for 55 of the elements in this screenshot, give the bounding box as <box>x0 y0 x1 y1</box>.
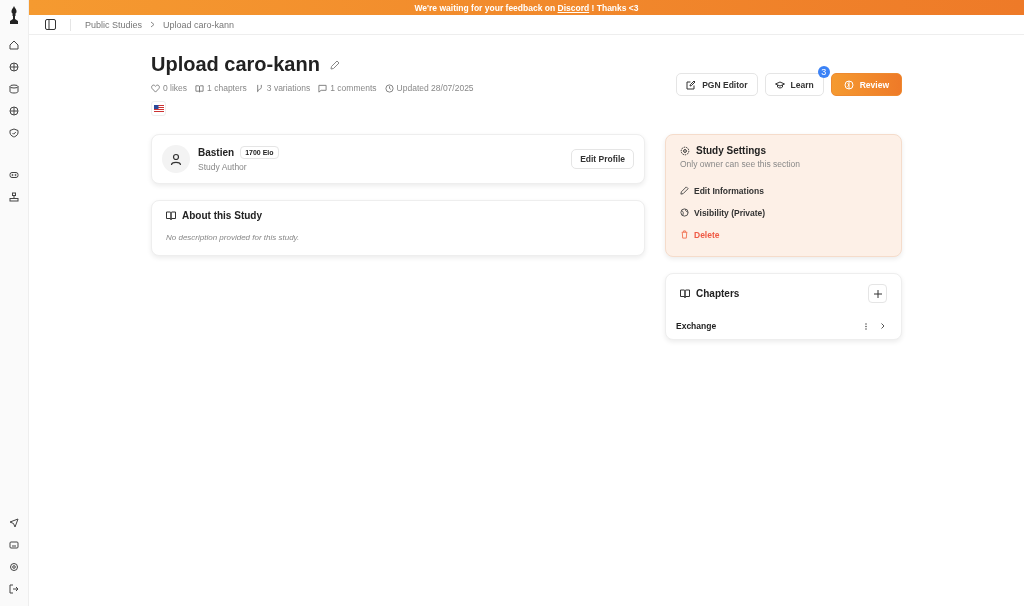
settings-icon[interactable] <box>9 562 19 572</box>
chapters-title: Chapters <box>696 288 740 299</box>
about-title: About this Study <box>182 210 262 221</box>
pencil-icon <box>680 186 689 195</box>
study-stat: 0 likes <box>163 83 188 93</box>
chevron-right-icon <box>150 21 156 28</box>
us-flag-icon <box>153 105 164 112</box>
study-stat: Updated 28/07/2025 <box>396 83 474 93</box>
study-stat: 1 chapters <box>207 83 247 93</box>
edit-profile-button[interactable]: Edit Profile <box>571 149 634 169</box>
shield-check-icon[interactable] <box>9 128 19 138</box>
database-icon[interactable] <box>9 84 19 94</box>
pencil-icon[interactable] <box>329 59 340 70</box>
heart-icon <box>151 83 160 93</box>
author-name: Bastien <box>198 147 235 158</box>
pgn-editor-button[interactable]: PGN Editor <box>676 73 758 96</box>
settings-title: Study Settings <box>696 145 766 156</box>
visibility-button[interactable]: Visibility (Private) <box>680 205 766 220</box>
breadcrumb-link[interactable]: Public Studies <box>85 19 143 30</box>
notification-badge: 3 <box>817 66 830 78</box>
logout-icon[interactable] <box>9 584 19 594</box>
graduation-cap-icon <box>774 79 785 90</box>
home-icon[interactable] <box>9 40 19 50</box>
branch-icon <box>254 83 264 93</box>
book-icon <box>680 289 690 298</box>
chapter-item[interactable]: Exchange <box>676 321 887 331</box>
study-stat: 1 comments <box>330 83 377 93</box>
author-role: Study Author <box>198 162 248 172</box>
avatar <box>162 145 190 173</box>
book-icon <box>166 211 176 220</box>
add-chapter-button[interactable] <box>868 284 887 303</box>
chapter-name: Exchange <box>676 321 717 331</box>
edit-icon <box>686 79 697 90</box>
chess-bishop-logo-icon[interactable] <box>9 6 19 24</box>
sidebar-toggle-icon[interactable] <box>45 19 56 30</box>
send-icon[interactable] <box>9 518 19 528</box>
keyboard-icon[interactable] <box>9 540 19 550</box>
chevron-right-icon[interactable] <box>881 323 885 329</box>
study-title: Upload caro-kann <box>151 53 320 76</box>
about-description: No description provided for this study. <box>166 233 301 242</box>
plus-icon <box>873 289 882 298</box>
book-icon <box>195 83 205 93</box>
network-icon[interactable] <box>9 192 19 202</box>
comment-icon <box>318 83 328 93</box>
study-stat: 3 variations <box>266 83 311 93</box>
globe-icon[interactable] <box>9 106 19 116</box>
breadcrumb-link[interactable]: Upload caro-kann <box>163 19 235 30</box>
globe-icon <box>680 208 689 217</box>
trash-icon <box>680 230 689 239</box>
feedback-message: We're waiting for your feedback on Discord ! Thanks <3 <box>414 2 639 13</box>
settings-subtitle: Only owner can see this section <box>680 159 801 169</box>
edit-informations-button[interactable]: Edit Informations <box>680 183 764 198</box>
gamepad-icon[interactable] <box>9 170 19 180</box>
clock-icon <box>384 83 394 93</box>
settings-icon <box>680 145 690 156</box>
